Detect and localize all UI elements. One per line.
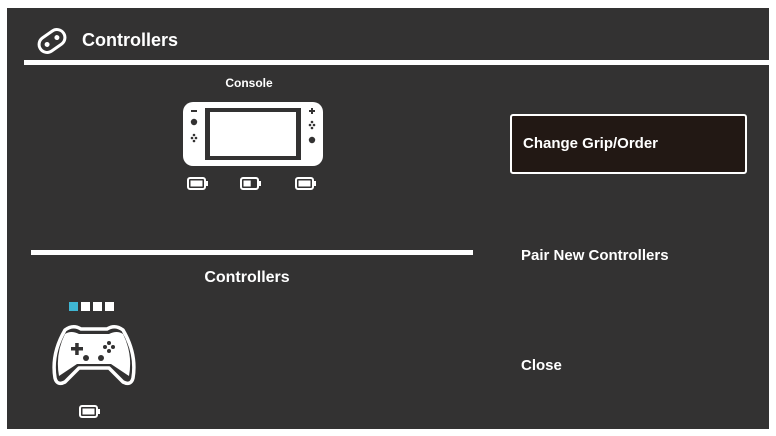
player-light-2 [81,302,90,311]
page-title: Controllers [82,30,179,50]
player-indicator-lights [69,298,117,311]
controllers-screen: Controllers Console Controllers Change G… [7,8,769,429]
header: Controllers [7,8,769,65]
battery-icon [187,177,208,190]
player-light-3 [93,302,102,311]
player-light-1 [69,302,78,311]
switch-console-icon [183,102,323,166]
pair-new-controllers-button[interactable]: Pair New Controllers [510,244,747,268]
controller-icon [37,28,67,54]
player-light-4 [105,302,114,311]
pro-controller-icon[interactable] [51,320,137,388]
console-label: Console [225,76,273,90]
battery-icon [240,177,261,190]
header-divider [24,60,769,65]
close-button[interactable]: Close [510,354,747,378]
controllers-divider [31,250,473,255]
battery-icon [295,177,316,190]
battery-icon [79,405,100,418]
controllers-title: Controllers [204,269,290,286]
change-grip-order-button[interactable]: Change Grip/Order [510,114,747,174]
